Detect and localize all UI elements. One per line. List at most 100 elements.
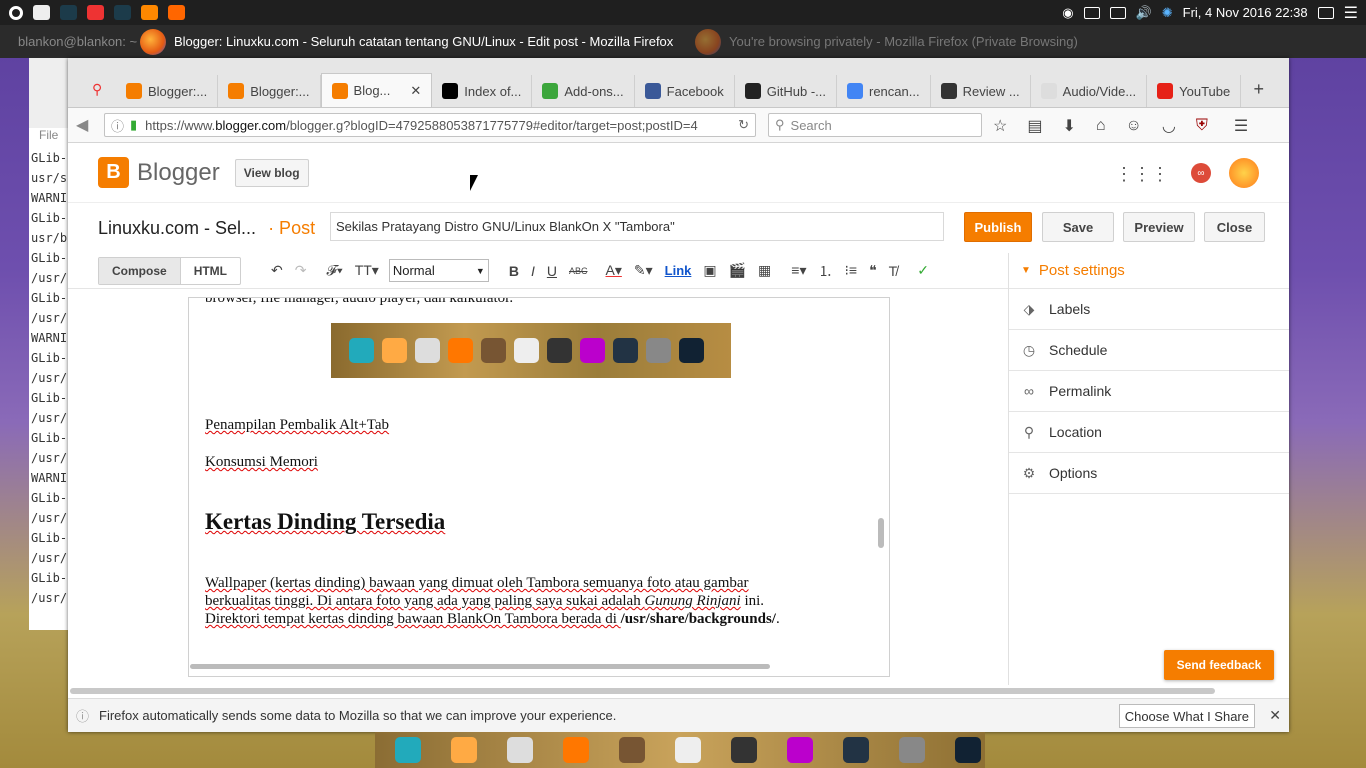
post-title-input[interactable]: Sekilas Pratayang Distro GNU/Linux Blank… [330, 212, 944, 241]
tab-11[interactable]: YouTube [1147, 75, 1242, 107]
sidebar-item-labels[interactable]: ⬗ Labels [1009, 289, 1289, 330]
tab-6[interactable]: Facebook [635, 75, 735, 107]
download-icon[interactable]: ⬇ [1062, 116, 1075, 136]
opera-icon[interactable] [9, 5, 23, 20]
post-settings-header[interactable]: ▼ Post settings [1009, 253, 1289, 289]
align-icon[interactable]: ≡▾ [791, 262, 806, 279]
sidebar-item-options[interactable]: ⚙ Options [1009, 453, 1289, 494]
dock-app-icon[interactable] [731, 737, 757, 763]
clear-format-icon[interactable]: T̸ [889, 263, 898, 279]
image-icon[interactable]: ▣ [703, 262, 716, 279]
pocket-icon[interactable]: ⚲ [92, 81, 102, 98]
save-button[interactable]: Save [1042, 212, 1114, 242]
menu-icon[interactable]: ☰ [1344, 3, 1358, 23]
blogger-brand[interactable]: Blogger [137, 159, 220, 187]
jump-break-icon[interactable]: ▦ [758, 262, 771, 279]
format-select[interactable]: Normal ▼ [388, 259, 489, 282]
sidebar-item-location[interactable]: ⚲ Location [1009, 412, 1289, 453]
apps-grid-icon[interactable]: ⋮⋮⋮ [1115, 164, 1169, 185]
dock-app-icon[interactable] [563, 737, 589, 763]
dock-app-icon[interactable] [955, 737, 981, 763]
sidebar-item-permalink[interactable]: ∞ Permalink [1009, 371, 1289, 412]
preview-button[interactable]: Preview [1123, 212, 1195, 242]
avatar[interactable] [1229, 158, 1259, 188]
undo-icon[interactable]: ↶ [271, 262, 283, 279]
info-icon[interactable]: ⓘ [111, 116, 124, 135]
hamburger-menu-icon[interactable]: ☰ [1234, 116, 1248, 136]
strikethrough-icon[interactable]: ABC [569, 266, 588, 276]
font-size-icon[interactable]: TT▾ [355, 262, 379, 279]
close-tab-icon[interactable]: ✕ [410, 83, 421, 99]
tab-8[interactable]: rencan... [837, 75, 931, 107]
blankon-icon[interactable]: ✺ [1162, 5, 1173, 21]
tab-5[interactable]: Add-ons... [532, 75, 635, 107]
folder-icon[interactable] [33, 5, 50, 20]
bookmark-star-icon[interactable]: ☆ [993, 116, 1007, 136]
bold-icon[interactable]: B [509, 263, 519, 279]
battery-icon[interactable] [1083, 6, 1100, 19]
close-button[interactable]: Close [1204, 212, 1265, 242]
dock-app-icon[interactable] [395, 737, 421, 763]
private-window-title[interactable]: You're browsing privately - Mozilla Fire… [695, 28, 1078, 55]
gplus-notification-icon[interactable]: ∞ [1191, 163, 1211, 183]
firefox-icon[interactable] [168, 5, 185, 20]
ublock-icon[interactable]: ⛨ [1196, 117, 1208, 135]
page-horizontal-scrollbar[interactable] [70, 688, 1215, 694]
numbered-list-icon[interactable]: ⒈ [818, 261, 832, 281]
app-icon[interactable] [87, 5, 104, 20]
tab-7[interactable]: GitHub -... [735, 75, 837, 107]
editor-horizontal-scrollbar[interactable] [190, 664, 770, 669]
terminal-window-title[interactable]: blankon@blankon: ~ [0, 34, 140, 49]
url-bar[interactable]: ⓘ ▮ https://www. blogger.com/blogger.g?bl… [104, 113, 756, 137]
tab-9[interactable]: Review ... [931, 75, 1031, 107]
sidebar-item-schedule[interactable]: ◷ Schedule [1009, 330, 1289, 371]
italic-icon[interactable]: I [531, 263, 535, 279]
pocket-icon[interactable]: ◡ [1162, 116, 1176, 136]
blogger-logo-icon[interactable]: B [98, 157, 129, 188]
firefox-icon[interactable] [141, 5, 158, 20]
terminal-menu-file[interactable]: File [39, 128, 58, 142]
reload-icon[interactable]: ↻ [738, 117, 749, 133]
choose-what-i-share-button[interactable]: Choose What I Share [1118, 704, 1255, 728]
underline-icon[interactable]: U [547, 263, 557, 279]
publish-button[interactable]: Publish [964, 212, 1032, 242]
text-color-icon[interactable]: A▾ [606, 262, 622, 279]
redo-icon[interactable]: ↷ [295, 262, 307, 279]
font-family-icon[interactable]: 𝓕▾ [326, 262, 342, 279]
send-feedback-button[interactable]: Send feedback [1164, 650, 1274, 680]
tab-3[interactable]: Blog... ✕ [320, 73, 433, 107]
search-input[interactable]: ⚲ Search [768, 113, 982, 137]
dock-app-icon[interactable] [507, 737, 533, 763]
back-icon[interactable]: ◀ [76, 115, 88, 135]
view-blog-button[interactable]: View blog [234, 158, 309, 187]
terminal-icon[interactable] [60, 5, 77, 20]
close-icon[interactable]: ✕ [1269, 707, 1281, 724]
editor-vertical-scrollbar[interactable] [878, 518, 884, 548]
dock-app-icon[interactable] [843, 737, 869, 763]
blog-title[interactable]: Linuxku.com - Sel... [98, 218, 256, 239]
tab-10[interactable]: Audio/Vide... [1031, 75, 1148, 107]
wifi-icon[interactable]: ◉ [1062, 5, 1073, 21]
home-icon[interactable]: ⌂ [1096, 117, 1106, 135]
highlight-icon[interactable]: ✎▾ [634, 262, 653, 279]
html-tab[interactable]: HTML [181, 258, 240, 284]
compose-tab[interactable]: Compose [99, 257, 181, 284]
dock-app-icon[interactable] [899, 737, 925, 763]
video-icon[interactable]: 🎬 [729, 262, 746, 279]
terminal-icon[interactable] [114, 5, 131, 20]
dock-app-icon[interactable] [675, 737, 701, 763]
dock-app-icon[interactable] [787, 737, 813, 763]
quote-icon[interactable]: ❝ [869, 262, 877, 279]
spellcheck-icon[interactable]: ✓ [917, 262, 929, 279]
new-tab-icon[interactable]: + [1253, 79, 1264, 100]
tab-1[interactable]: Blogger:... [116, 75, 219, 107]
chat-icon[interactable]: ☺ [1126, 117, 1142, 135]
clock-text[interactable]: Fri, 4 Nov 2016 22:38 [1183, 5, 1308, 20]
bullet-list-icon[interactable]: ⁝≡ [844, 262, 857, 279]
reading-list-icon[interactable]: ▤ [1027, 116, 1042, 136]
link-button[interactable]: Link [665, 263, 692, 278]
firefox-window-title[interactable]: Blogger: Linuxku.com - Seluruh catatan t… [140, 28, 695, 55]
tab-4[interactable]: Index of... [432, 75, 533, 107]
post-editor[interactable]: browser, file manager, audio player, dan… [188, 297, 890, 677]
dock-app-icon[interactable] [451, 737, 477, 763]
